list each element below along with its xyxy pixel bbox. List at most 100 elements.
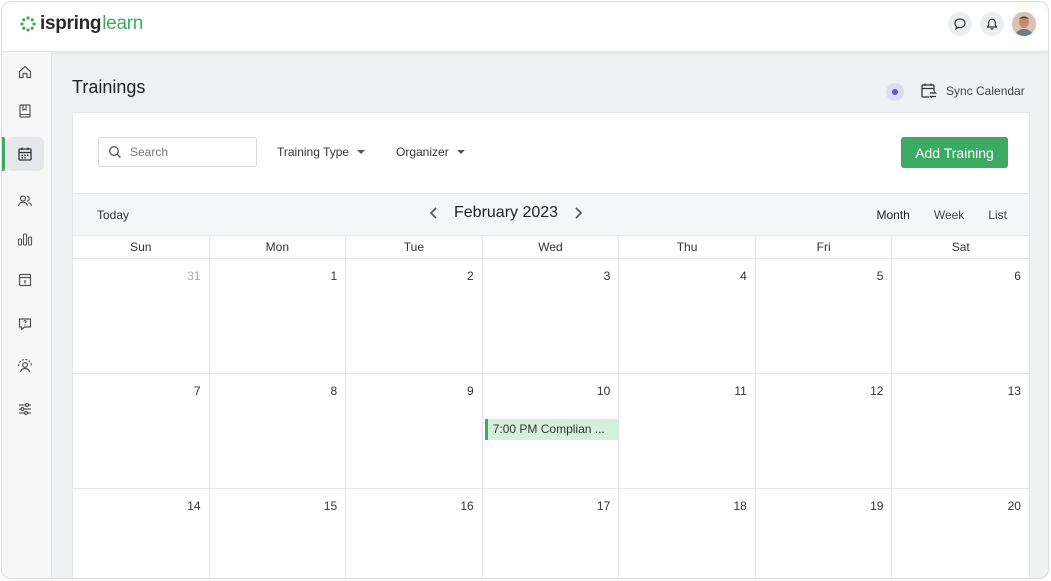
calendar-day[interactable]: 9 — [346, 374, 483, 488]
calendar-toolbar: Today February 2023 Month Week List — [73, 193, 1029, 236]
app-window: ispringlearn Trainings Sync Calendar Sea… — [1, 1, 1049, 579]
calendar-day[interactable]: 19 — [756, 489, 893, 578]
sidebar-item-info[interactable] — [6, 263, 44, 297]
sidebar-item-settings[interactable] — [6, 392, 44, 426]
today-button[interactable]: Today — [97, 208, 129, 222]
day-number: 8 — [330, 384, 338, 398]
calendar-day[interactable]: 16 — [346, 489, 483, 578]
weekday-label: Tue — [346, 236, 483, 258]
sidebar — [2, 52, 52, 578]
day-number: 2 — [467, 269, 474, 283]
calendar-week: 31 1 2 3 4 5 6 — [73, 259, 1029, 374]
search-input[interactable] — [130, 145, 240, 159]
weekday-label: Sat — [951, 240, 970, 254]
bell-icon — [986, 18, 998, 30]
calendar-day[interactable]: 8 — [210, 374, 347, 488]
logo[interactable]: ispringlearn — [19, 13, 143, 35]
calendar-day[interactable]: 31 — [73, 259, 210, 373]
day-number: 14 — [187, 499, 201, 513]
day-number: 7 — [193, 384, 201, 398]
user-avatar[interactable] — [1012, 12, 1036, 36]
search-box[interactable] — [98, 137, 257, 167]
calendar-week: 7 8 9 10 7:00 PM Complian ... 11 12 13 — [73, 374, 1029, 489]
calendar-day[interactable]: 1 — [210, 259, 347, 373]
day-number: 9 — [467, 384, 474, 398]
avatar-icon — [1012, 12, 1036, 36]
organizer-label: Organizer — [396, 145, 449, 159]
day-number: 15 — [323, 499, 338, 513]
day-number: 10 — [596, 384, 611, 398]
calendar-day[interactable]: 10 7:00 PM Complian ... — [483, 374, 620, 488]
chevron-down-icon — [456, 150, 465, 154]
sidebar-item-reports[interactable] — [6, 222, 44, 256]
sidebar-item-home[interactable] — [6, 55, 44, 89]
calendar-day[interactable]: 14 — [73, 489, 210, 578]
chat-icon — [954, 18, 966, 31]
weekday-header: Sun Mon Tue Wed Thu Fri Sat — [73, 236, 1029, 259]
day-number: 11 — [734, 384, 747, 398]
calendar-day[interactable]: 4 — [619, 259, 756, 373]
calendar-day[interactable]: 5 — [756, 259, 893, 373]
logo-ispring: ispring — [40, 13, 102, 34]
training-type-dropdown[interactable]: Training Type — [277, 145, 366, 159]
calendar-week: 14 15 16 17 18 19 20 — [73, 489, 1029, 578]
sidebar-item-trainings[interactable] — [6, 137, 44, 171]
chevron-right-icon[interactable] — [572, 206, 584, 220]
sidebar-item-users[interactable] — [6, 184, 44, 218]
home-icon — [18, 65, 32, 79]
weekday-label: Sun — [73, 236, 210, 258]
status-dot[interactable] — [886, 83, 904, 101]
view-week[interactable]: Week — [934, 208, 964, 222]
trainings-card: Training Type Organizer Add Training Tod… — [72, 112, 1030, 578]
calendar-day[interactable]: 18 — [619, 489, 756, 578]
view-month[interactable]: Month — [876, 208, 909, 222]
add-training-button[interactable]: Add Training — [901, 137, 1008, 168]
view-list[interactable]: List — [988, 208, 1007, 222]
book-icon — [19, 104, 31, 118]
calendar-day[interactable]: 12 — [756, 374, 893, 488]
organizer-dropdown[interactable]: Organizer — [396, 145, 465, 159]
training-event[interactable]: 7:00 PM Complian ... — [484, 419, 619, 440]
day-number: 12 — [870, 384, 884, 398]
calendar-day[interactable]: 3 — [483, 259, 620, 373]
chevron-down-icon — [357, 150, 366, 154]
calendar-day[interactable]: 7 — [73, 374, 210, 488]
calendar-day[interactable]: 2 — [346, 259, 483, 373]
weekday-label: Wed — [483, 236, 620, 258]
weekday-label: Thu — [619, 236, 756, 258]
sync-calendar-icon — [921, 83, 938, 99]
calendar-day[interactable]: 17 — [483, 489, 620, 578]
day-number: 17 — [596, 499, 611, 513]
chevron-left-icon[interactable] — [428, 206, 440, 220]
calendar-grid: Sun Mon Tue Wed Thu Fri Sat 31 1 2 3 4 5… — [73, 236, 1029, 578]
weekday-label: Fri — [756, 236, 893, 258]
info-box-icon — [18, 273, 32, 287]
day-number: 19 — [870, 499, 884, 513]
day-number: 20 — [1007, 499, 1021, 513]
day-number: 6 — [1014, 269, 1021, 283]
calendar-icon — [18, 147, 32, 161]
calendar-day[interactable]: 15 — [210, 489, 347, 578]
sync-calendar-button[interactable]: Sync Calendar — [920, 82, 1025, 100]
page-title: Trainings — [72, 77, 146, 97]
day-number: 4 — [740, 269, 747, 283]
calendar-day[interactable]: 13 — [892, 374, 1029, 488]
top-bar: ispringlearn — [2, 2, 1048, 52]
weekday-label: Mon — [210, 236, 347, 258]
headset-icon — [17, 358, 33, 373]
day-number: 18 — [733, 499, 747, 513]
day-number: 1 — [330, 269, 338, 283]
calendar-day[interactable]: 6 — [892, 259, 1029, 373]
calendar-day[interactable]: 20 — [892, 489, 1029, 578]
logo-learn: learn — [102, 13, 143, 34]
day-number: 3 — [603, 269, 611, 283]
sidebar-item-content[interactable] — [6, 94, 44, 128]
calendar-day[interactable]: 11 — [619, 374, 756, 488]
chat-button[interactable] — [948, 12, 972, 36]
notifications-button[interactable] — [980, 12, 1004, 36]
training-type-label: Training Type — [277, 145, 350, 159]
sidebar-item-support[interactable] — [6, 349, 44, 383]
sidebar-item-questions[interactable] — [6, 307, 44, 341]
users-icon — [17, 195, 33, 207]
sliders-icon — [19, 402, 31, 416]
